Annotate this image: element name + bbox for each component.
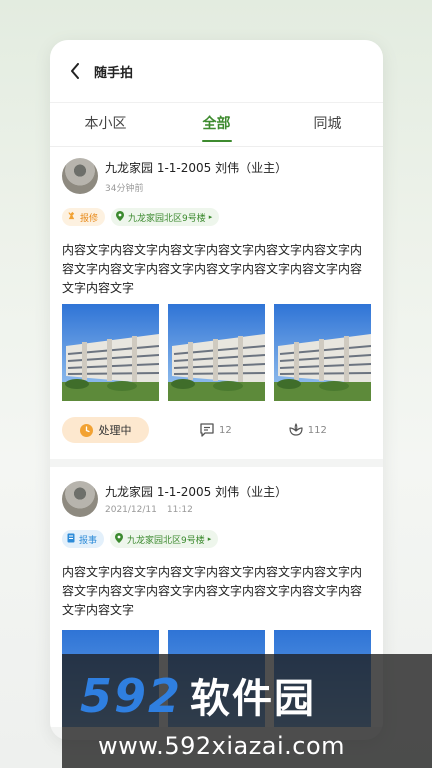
watermark-url: www.592xiazai.com <box>98 732 346 760</box>
post-date: 2021/12/11 <box>105 505 157 515</box>
active-tab-indicator <box>201 140 232 142</box>
tab-all[interactable]: 全部 <box>161 103 272 146</box>
post-content: 内容文字内容文字内容文字内容文字内容文字内容文字内容文字内容文字内容文字内容文字… <box>62 565 363 617</box>
status-label: 处理中 <box>98 424 132 437</box>
page-title: 随手拍 <box>94 65 134 81</box>
back-button[interactable] <box>64 60 86 82</box>
wrench-icon <box>67 211 76 223</box>
comment-button[interactable]: 12 <box>199 422 232 438</box>
post-clock-time: 11:12 <box>166 505 193 515</box>
chevron-right-icon: ▸ <box>207 535 212 543</box>
clock-icon <box>79 423 93 437</box>
location-tag[interactable]: 九龙家园北区9号楼 ▸ <box>110 530 219 548</box>
post-author: 九龙家园 1-1-2005 刘伟（业主） 2021/12/11 11:12 <box>62 481 371 517</box>
site-watermark: 592 软件园 www.592xiazai.com <box>62 654 432 768</box>
tab-bar: 本小区 全部 同城 <box>50 102 383 147</box>
tab-city[interactable]: 同城 <box>272 103 383 146</box>
like-count: 112 <box>307 424 327 436</box>
photo-grid <box>62 304 371 401</box>
author-name: 九龙家园 1-1-2005 刘伟（业主） <box>105 485 288 499</box>
tag-label: 九龙家园北区9号楼 <box>128 213 206 224</box>
comment-count: 12 <box>219 424 232 436</box>
location-pin-icon <box>115 532 124 546</box>
post-time: 2021/12/11 11:12 <box>105 505 287 515</box>
location-pin-icon <box>116 210 125 224</box>
post-photo[interactable] <box>274 304 371 401</box>
document-icon <box>67 533 75 546</box>
chevron-left-icon <box>71 63 79 79</box>
comment-icon <box>200 423 214 437</box>
post-time: 34分钟前 <box>105 181 287 194</box>
author-name: 九龙家园 1-1-2005 刘伟（业主） <box>105 160 288 175</box>
tab-label: 全部 <box>202 116 231 132</box>
repair-tag: 报修 <box>62 208 106 226</box>
tag-label: 报修 <box>80 213 99 224</box>
post-actions: 处理中 12 112 <box>62 401 371 459</box>
watermark-logo: 592 软件园 <box>80 666 316 724</box>
phone-screen: 随手拍 本小区 全部 同城 九龙家园 1-1-2005 刘伟（业主） 34分钟前… <box>50 40 383 740</box>
post-photo[interactable] <box>62 304 159 401</box>
post-content: 内容文字内容文字内容文字内容文字内容文字内容文字内容文字内容文字内容文字内容文字… <box>62 243 363 295</box>
tab-label: 本小区 <box>84 116 127 132</box>
chevron-right-icon: ▸ <box>208 213 213 221</box>
navbar: 随手拍 <box>50 40 383 102</box>
avatar[interactable] <box>62 158 98 194</box>
report-tag: 报事 <box>62 530 105 548</box>
post-tags: 报修 九龙家园北区9号楼 ▸ <box>62 208 371 226</box>
like-button[interactable]: 112 <box>288 422 327 438</box>
post-photo[interactable] <box>168 304 265 401</box>
status-badge: 处理中 <box>62 417 149 443</box>
time-ago: 34分钟前 <box>105 183 144 194</box>
watermark-number: 592 <box>80 669 183 723</box>
tag-label: 九龙家园北区9号楼 <box>127 535 205 546</box>
avatar[interactable] <box>62 481 98 517</box>
watermark-brand: 软件园 <box>190 676 317 722</box>
tab-community[interactable]: 本小区 <box>50 103 161 146</box>
post-card[interactable]: 九龙家园 1-1-2005 刘伟（业主） 34分钟前 报修 九龙家园北区9号楼 … <box>50 147 383 459</box>
tag-label: 报事 <box>79 535 98 546</box>
location-tag[interactable]: 九龙家园北区9号楼 ▸ <box>111 208 220 226</box>
flower-like-icon <box>289 423 303 436</box>
tab-label: 同城 <box>313 116 342 132</box>
post-author: 九龙家园 1-1-2005 刘伟（业主） 34分钟前 <box>62 158 371 194</box>
post-tags: 报事 九龙家园北区9号楼 ▸ <box>62 530 371 548</box>
